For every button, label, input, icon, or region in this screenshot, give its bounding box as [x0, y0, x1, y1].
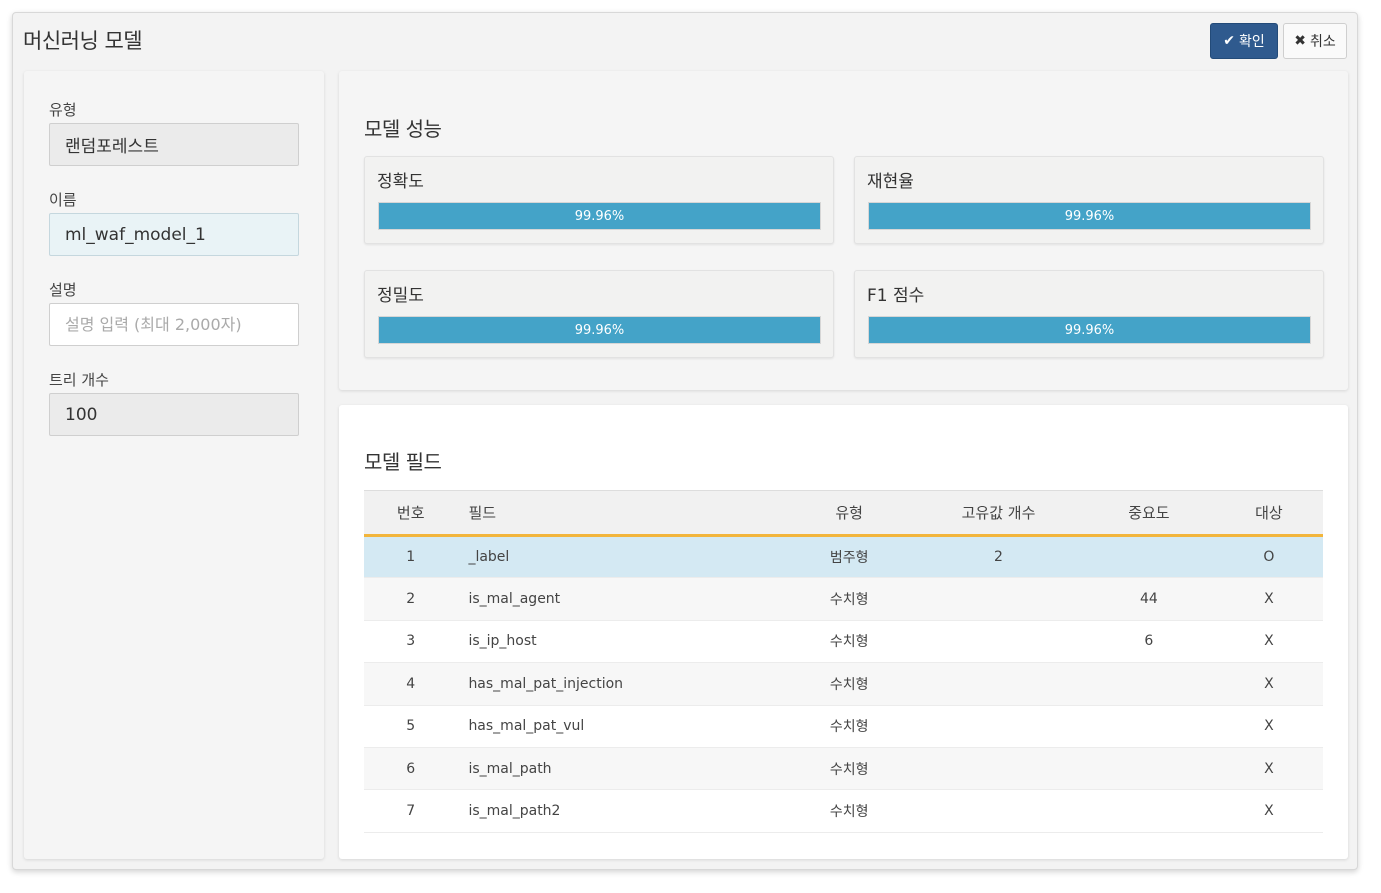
fields-table: 번호 필드 유형 고유값 개수 중요도 대상 1 _label 범주형 2 O	[364, 490, 1323, 833]
metric-label: 정확도	[377, 172, 424, 192]
type-field: 랜덤포레스트	[49, 123, 299, 166]
table-row[interactable]: 7 is_mal_path2 수치형 X	[364, 789, 1323, 833]
cell-target: X	[1214, 577, 1323, 621]
cell-field: is_mal_path2	[457, 789, 785, 833]
column-header-type[interactable]: 유형	[784, 490, 915, 537]
cell-target: X	[1214, 705, 1323, 748]
cell-type: 수치형	[784, 705, 915, 748]
cell-unique-count	[914, 789, 1083, 833]
description-input[interactable]	[49, 303, 299, 346]
column-header-field[interactable]: 필드	[457, 490, 785, 537]
cell-importance	[1083, 662, 1215, 706]
cell-unique-count	[914, 705, 1083, 748]
progress-value: 99.96%	[1064, 322, 1115, 338]
column-header-unique-count[interactable]: 고유값 개수	[914, 490, 1083, 537]
cell-importance	[1083, 789, 1215, 833]
progress-value: 99.96%	[1064, 208, 1115, 224]
cell-number: 4	[364, 662, 458, 706]
metric-label: 정밀도	[377, 286, 424, 306]
metric-accuracy: 정확도 99.96%	[364, 156, 834, 244]
cell-target: O	[1214, 535, 1323, 579]
progress-bar: 99.96%	[868, 316, 1311, 344]
cell-number: 7	[364, 789, 458, 833]
performance-title: 모델 성능	[364, 117, 442, 141]
table-row[interactable]: 1 _label 범주형 2 O	[364, 535, 1323, 579]
model-dialog: 머신러닝 모델 ✔ 확인 ✖ 취소 유형 랜덤포레스트 이름 ml_waf_mo…	[12, 12, 1358, 870]
cell-number: 5	[364, 705, 458, 748]
cell-unique-count	[914, 662, 1083, 706]
check-icon: ✔	[1223, 33, 1235, 49]
metric-label: F1 점수	[867, 286, 925, 306]
cell-type: 수치형	[784, 577, 915, 621]
progress-bar: 99.96%	[378, 316, 821, 344]
table-header-row: 번호 필드 유형 고유값 개수 중요도 대상	[364, 490, 1323, 537]
model-performance-panel: 모델 성능 정확도 99.96% 재현율 99.96% 정밀도 99.96% F…	[339, 71, 1348, 390]
tree-count-field: 100	[49, 393, 299, 436]
cell-type: 수치형	[784, 747, 915, 791]
cell-type: 수치형	[784, 789, 915, 833]
cell-importance	[1083, 705, 1215, 748]
name-label: 이름	[49, 191, 77, 209]
cell-importance: 6	[1083, 620, 1215, 664]
name-field[interactable]: ml_waf_model_1	[49, 213, 299, 256]
type-label: 유형	[49, 101, 77, 119]
metric-label: 재현율	[867, 172, 914, 192]
times-icon: ✖	[1294, 33, 1306, 49]
confirm-label: 확인	[1238, 34, 1265, 50]
metric-precision: 정밀도 99.96%	[364, 270, 834, 358]
table-row[interactable]: 6 is_mal_path 수치형 X	[364, 747, 1323, 791]
table-row[interactable]: 4 has_mal_pat_injection 수치형 X	[364, 662, 1323, 706]
progress-value: 99.96%	[574, 208, 625, 224]
cancel-button[interactable]: ✖ 취소	[1283, 23, 1347, 59]
cell-field: is_mal_agent	[457, 577, 785, 621]
cell-target: X	[1214, 662, 1323, 706]
model-fields-panel: 모델 필드 번호 필드 유형 고유값 개수 중요도 대상 1 _label 범주…	[339, 405, 1348, 859]
table-row[interactable]: 5 has_mal_pat_vul 수치형 X	[364, 705, 1323, 748]
column-header-importance[interactable]: 중요도	[1083, 490, 1215, 537]
cell-importance	[1083, 747, 1215, 791]
metric-recall: 재현율 99.96%	[854, 156, 1324, 244]
confirm-button[interactable]: ✔ 확인	[1210, 23, 1278, 59]
cell-number: 6	[364, 747, 458, 791]
cell-type: 범주형	[784, 535, 915, 579]
fields-title: 모델 필드	[364, 450, 442, 474]
cell-field: _label	[457, 535, 785, 579]
table-row[interactable]: 2 is_mal_agent 수치형 44 X	[364, 577, 1323, 621]
cell-target: X	[1214, 747, 1323, 791]
cell-unique-count	[914, 620, 1083, 664]
cell-field: is_mal_path	[457, 747, 785, 791]
cell-importance	[1083, 535, 1215, 579]
cell-unique-count	[914, 747, 1083, 791]
progress-bar: 99.96%	[868, 202, 1311, 230]
model-settings-panel: 유형 랜덤포레스트 이름 ml_waf_model_1 설명 트리 개수 100	[24, 71, 324, 859]
tree-count-label: 트리 개수	[49, 371, 109, 389]
column-header-target[interactable]: 대상	[1214, 490, 1323, 537]
cell-field: has_mal_pat_vul	[457, 705, 785, 748]
cell-field: has_mal_pat_injection	[457, 662, 785, 706]
cell-importance: 44	[1083, 577, 1215, 621]
description-label: 설명	[49, 281, 77, 299]
cell-unique-count	[914, 577, 1083, 621]
cell-number: 3	[364, 620, 458, 664]
table-row[interactable]: 3 is_ip_host 수치형 6 X	[364, 620, 1323, 664]
cell-target: X	[1214, 789, 1323, 833]
cell-unique-count: 2	[914, 535, 1083, 579]
cell-target: X	[1214, 620, 1323, 664]
cell-type: 수치형	[784, 662, 915, 706]
progress-value: 99.96%	[574, 322, 625, 338]
metric-f1-score: F1 점수 99.96%	[854, 270, 1324, 358]
column-header-number[interactable]: 번호	[364, 490, 458, 537]
cell-type: 수치형	[784, 620, 915, 664]
cell-field: is_ip_host	[457, 620, 785, 664]
cancel-label: 취소	[1309, 34, 1336, 50]
progress-bar: 99.96%	[378, 202, 821, 230]
dialog-title: 머신러닝 모델	[23, 29, 143, 53]
cell-number: 1	[364, 535, 458, 579]
cell-number: 2	[364, 577, 458, 621]
